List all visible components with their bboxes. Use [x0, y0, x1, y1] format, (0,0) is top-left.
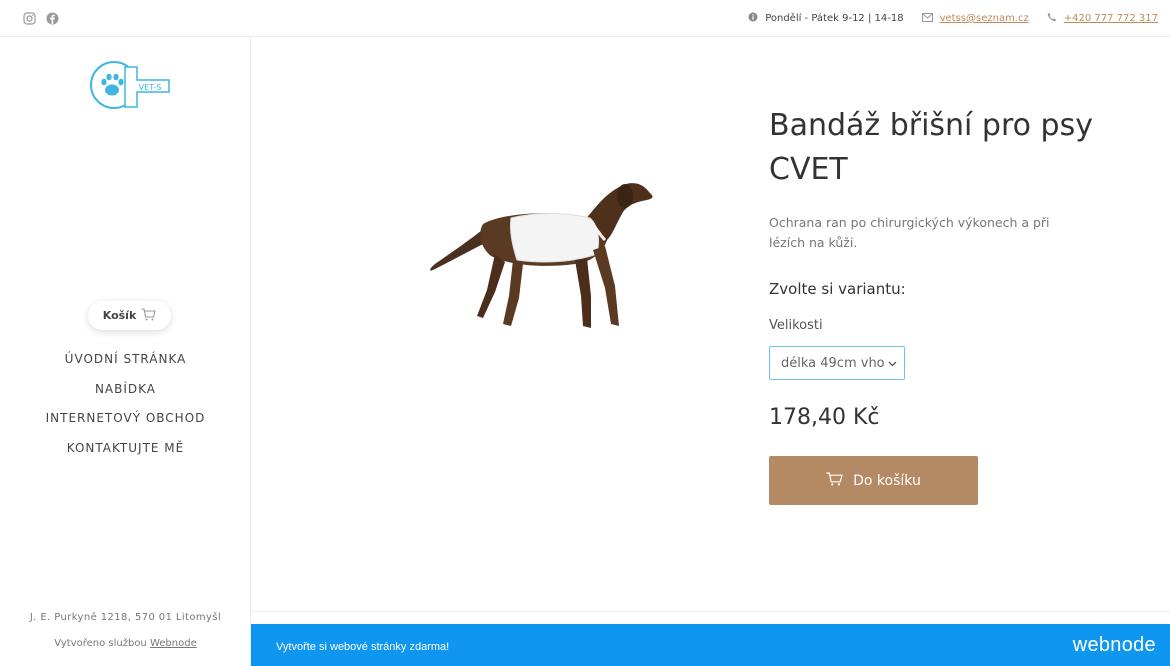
- facebook-icon[interactable]: [46, 12, 59, 25]
- opening-hours-text: Pondělí - Pátek 9-12 | 14-18: [765, 13, 904, 24]
- opening-hours: Pondělí - Pátek 9-12 | 14-18: [748, 12, 904, 25]
- phone-contact[interactable]: +420 777 772 317: [1047, 12, 1158, 25]
- email-contact[interactable]: vetss@seznam.cz: [921, 12, 1029, 25]
- size-select[interactable]: délka 49cm vhodné: [769, 346, 905, 380]
- mail-icon: [921, 12, 933, 25]
- sidebar: VET-S Košík ÚVODNÍ STRÁNKA NABÍDKA INTER…: [0, 37, 251, 666]
- info-icon: [748, 12, 758, 25]
- cart-icon: [826, 471, 853, 490]
- webnode-banner[interactable]: Vytvořte si webové stránky zdarma! webno…: [251, 624, 1170, 666]
- logo[interactable]: VET-S: [88, 59, 172, 111]
- variant-heading: Zvolte si variantu:: [769, 280, 906, 298]
- made-by-text: Vytvořeno službou: [54, 638, 147, 649]
- cart-icon: [136, 307, 156, 324]
- product-image[interactable]: [425, 178, 657, 334]
- nav-item-home[interactable]: ÚVODNÍ STRÁNKA: [0, 351, 251, 381]
- add-to-cart-button[interactable]: Do košíku: [769, 456, 978, 505]
- main-navigation: ÚVODNÍ STRÁNKA NABÍDKA INTERNETOVÝ OBCHO…: [0, 351, 251, 469]
- address: J. E. Purkyně 1218, 570 01 Litomyšl: [29, 612, 222, 623]
- add-to-cart-label: Do košíku: [853, 472, 921, 489]
- product-description: Ochrana ran po chirurgických výkonech a …: [769, 215, 1050, 250]
- instagram-icon[interactable]: [23, 12, 36, 25]
- logo-text: VET-S: [139, 83, 162, 92]
- webnode-logo[interactable]: webnode: [1073, 634, 1156, 657]
- product-title: Bandáž břišní pro psy CVET: [769, 108, 1093, 187]
- phone-icon: [1047, 12, 1057, 25]
- nav-item-contact[interactable]: KONTAKTUJTE MĚ: [0, 440, 251, 470]
- cart-label: Košík: [102, 309, 137, 322]
- phone-link[interactable]: +420 777 772 317: [1064, 13, 1158, 24]
- contact-info: Pondělí - Pátek 9-12 | 14-18 vetss@sezna…: [730, 12, 1158, 25]
- made-by: Vytvořeno službou Webnode: [0, 638, 251, 649]
- nav-item-offer[interactable]: NABÍDKA: [0, 381, 251, 411]
- size-select-value: délka 49cm vhodné: [781, 355, 884, 371]
- chevron-down-icon: [888, 356, 897, 371]
- webnode-link[interactable]: Webnode: [150, 638, 197, 649]
- size-label: Velikosti: [769, 318, 823, 333]
- banner-text[interactable]: Vytvořte si webové stránky zdarma!: [276, 641, 449, 653]
- cart-button[interactable]: Košík: [88, 301, 171, 330]
- social-links: [23, 12, 59, 25]
- divider: [251, 611, 1170, 612]
- nav-item-eshop[interactable]: INTERNETOVÝ OBCHOD: [0, 410, 251, 440]
- email-link[interactable]: vetss@seznam.cz: [940, 13, 1029, 24]
- product-price: 178,40 Kč: [769, 405, 880, 430]
- top-bar: Pondělí - Pátek 9-12 | 14-18 vetss@sezna…: [0, 0, 1170, 37]
